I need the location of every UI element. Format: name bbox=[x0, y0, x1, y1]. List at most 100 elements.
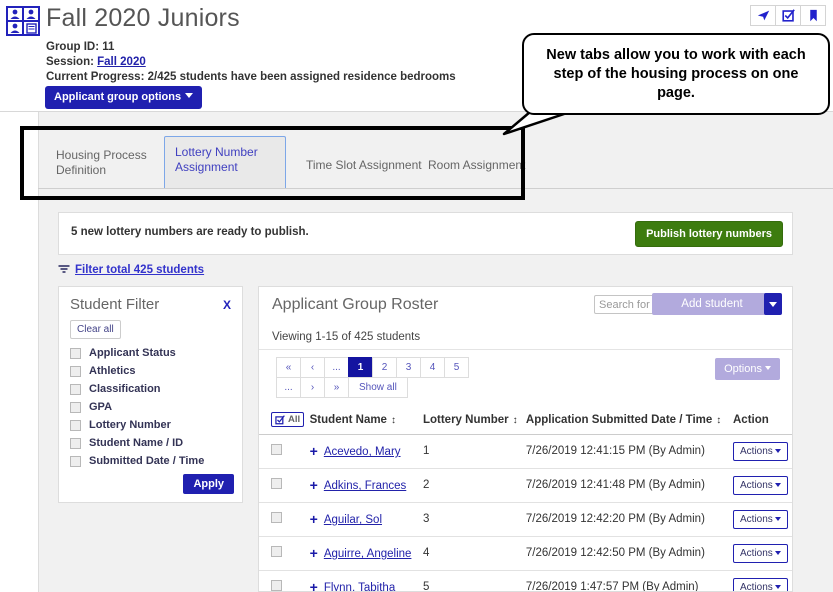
checkbox[interactable] bbox=[70, 348, 81, 359]
row-actions-button[interactable]: Actions bbox=[733, 544, 788, 563]
row-student-name-cell: + Acevedo, Mary bbox=[310, 434, 423, 468]
row-select-cell bbox=[259, 434, 310, 468]
checkbox[interactable] bbox=[70, 384, 81, 395]
expand-icon[interactable]: + bbox=[310, 545, 318, 561]
sort-icon[interactable]: ↕ bbox=[391, 415, 396, 426]
row-actions-button[interactable]: Actions bbox=[733, 510, 788, 529]
row-select-cell bbox=[259, 536, 310, 570]
page-first[interactable]: « bbox=[276, 357, 301, 378]
column-student-name[interactable]: Student Name↕ bbox=[310, 407, 423, 434]
page-ellipsis-right: ... bbox=[276, 377, 301, 398]
page-5[interactable]: 5 bbox=[444, 357, 469, 378]
row-submitted-cell: 7/26/2019 12:42:20 PM (By Admin) bbox=[526, 502, 733, 536]
tab-time-slot-assignment[interactable]: Time Slot Assignment bbox=[296, 150, 436, 188]
student-name-link[interactable]: Adkins, Frances bbox=[324, 480, 406, 492]
page-last[interactable]: » bbox=[324, 377, 349, 398]
row-lottery-number-cell: 5 bbox=[423, 570, 526, 592]
page-next[interactable]: › bbox=[300, 377, 325, 398]
row-actions-label: Actions bbox=[740, 446, 773, 457]
row-lottery-number-cell: 1 bbox=[423, 434, 526, 468]
row-actions-label: Actions bbox=[740, 480, 773, 491]
expand-icon[interactable]: + bbox=[310, 443, 318, 459]
filter-option-submitted-date-time[interactable]: Submitted Date / Time bbox=[70, 452, 234, 470]
row-student-name-cell: + Aguilar, Sol bbox=[310, 502, 423, 536]
page-4[interactable]: 4 bbox=[420, 357, 445, 378]
chevron-down-icon bbox=[775, 483, 781, 487]
bookmark-icon[interactable] bbox=[800, 5, 826, 26]
close-icon[interactable]: X bbox=[223, 298, 231, 312]
clear-all-button[interactable]: Clear all bbox=[70, 320, 121, 339]
student-name-link[interactable]: Flynn, Tabitha bbox=[324, 582, 395, 592]
page-title: Fall 2020 Juniors bbox=[46, 4, 240, 33]
student-name-link[interactable]: Aguirre, Angeline bbox=[324, 548, 412, 560]
filter-option-student-name-id[interactable]: Student Name / ID bbox=[70, 434, 234, 452]
group-meta: Group ID: 11 Session: Fall 2020 Current … bbox=[46, 40, 456, 85]
roster-title: Applicant Group Roster bbox=[272, 296, 438, 314]
tab-label: Time Slot Assignment bbox=[306, 158, 422, 172]
student-name-link[interactable]: Acevedo, Mary bbox=[324, 446, 401, 458]
checkbox[interactable] bbox=[70, 402, 81, 413]
checkbox[interactable] bbox=[70, 366, 81, 377]
column-submitted[interactable]: Application Submitted Date / Time ↕ bbox=[526, 407, 733, 434]
row-checkbox[interactable] bbox=[271, 580, 282, 591]
filter-option-label: Applicant Status bbox=[89, 347, 176, 359]
column-submitted-label: Application Submitted Date / Time bbox=[526, 414, 712, 426]
checkbox[interactable] bbox=[70, 456, 81, 467]
add-student-dropdown-toggle[interactable] bbox=[764, 293, 782, 315]
applicant-group-options-button[interactable]: Applicant group options bbox=[45, 86, 202, 109]
tab-label: Lottery Number Assignment bbox=[175, 145, 258, 174]
filter-option-classification[interactable]: Classification bbox=[70, 380, 234, 398]
row-lottery-number-cell: 2 bbox=[423, 468, 526, 502]
table-row: +Aguirre, Angeline 4 7/26/2019 12:42:50 … bbox=[259, 536, 792, 570]
pagination: « ‹ ... 1 2 3 4 5 ... › » Show all bbox=[276, 357, 491, 397]
show-all-button[interactable]: Show all bbox=[348, 377, 408, 398]
row-select-cell bbox=[259, 468, 310, 502]
annotation-callout: New tabs allow you to work with each ste… bbox=[522, 33, 830, 115]
expand-icon[interactable]: + bbox=[310, 579, 318, 592]
filter-option-applicant-status[interactable]: Applicant Status bbox=[70, 344, 234, 362]
apply-filter-button[interactable]: Apply bbox=[183, 474, 234, 494]
send-icon[interactable] bbox=[750, 5, 776, 26]
page-3[interactable]: 3 bbox=[396, 357, 421, 378]
row-actions-button[interactable]: Actions bbox=[733, 476, 788, 495]
check-task-icon[interactable] bbox=[775, 5, 801, 26]
student-filter-panel: Student Filter X Clear all Applicant Sta… bbox=[58, 286, 243, 503]
row-actions-button[interactable]: Actions bbox=[733, 578, 788, 592]
tab-lottery-number-assignment[interactable]: Lottery Number Assignment bbox=[164, 136, 286, 188]
sort-icon[interactable]: ↕ bbox=[716, 415, 721, 426]
viewing-count-label: Viewing 1-15 of 425 students bbox=[272, 331, 420, 343]
filter-total-students-link[interactable]: Filter total 425 students bbox=[58, 263, 204, 277]
column-lottery-number[interactable]: Lottery Number↕ bbox=[423, 407, 526, 434]
row-checkbox[interactable] bbox=[271, 478, 282, 489]
filter-option-gpa[interactable]: GPA bbox=[70, 398, 234, 416]
expand-icon[interactable]: + bbox=[310, 511, 318, 527]
row-actions-button[interactable]: Actions bbox=[733, 442, 788, 461]
row-checkbox[interactable] bbox=[271, 444, 282, 455]
sort-icon[interactable]: ↕ bbox=[513, 415, 518, 426]
row-checkbox[interactable] bbox=[271, 512, 282, 523]
session-link[interactable]: Fall 2020 bbox=[97, 56, 146, 68]
filter-link-label: Filter total 425 students bbox=[75, 264, 204, 276]
page-prev[interactable]: ‹ bbox=[300, 357, 325, 378]
filter-option-athletics[interactable]: Athletics bbox=[70, 362, 234, 380]
tab-panel-lottery-number-assignment: 5 new lottery numbers are ready to publi… bbox=[58, 198, 808, 592]
student-name-link[interactable]: Aguilar, Sol bbox=[324, 514, 382, 526]
select-all-checkbox[interactable]: All bbox=[271, 412, 304, 427]
options-button[interactable]: Options bbox=[715, 358, 780, 380]
row-student-name-cell: + Aguirre, Angeline bbox=[310, 536, 423, 570]
page-2[interactable]: 2 bbox=[372, 357, 397, 378]
publish-lottery-numbers-button[interactable]: Publish lottery numbers bbox=[635, 221, 783, 247]
row-checkbox[interactable] bbox=[271, 546, 282, 557]
tab-room-assignment[interactable]: Room Assignment bbox=[418, 150, 548, 188]
checkbox[interactable] bbox=[70, 420, 81, 431]
checkbox[interactable] bbox=[70, 438, 81, 449]
row-submitted-cell: 7/26/2019 12:41:48 PM (By Admin) bbox=[526, 468, 733, 502]
expand-icon[interactable]: + bbox=[310, 477, 318, 493]
page-1[interactable]: 1 bbox=[348, 357, 373, 378]
chevron-down-icon bbox=[775, 449, 781, 453]
filter-option-lottery-number[interactable]: Lottery Number bbox=[70, 416, 234, 434]
session-label: Session: bbox=[46, 56, 94, 68]
row-action-cell: Actions bbox=[733, 502, 792, 536]
header-icon-group bbox=[751, 5, 826, 26]
add-student-button[interactable]: Add student bbox=[652, 293, 772, 315]
